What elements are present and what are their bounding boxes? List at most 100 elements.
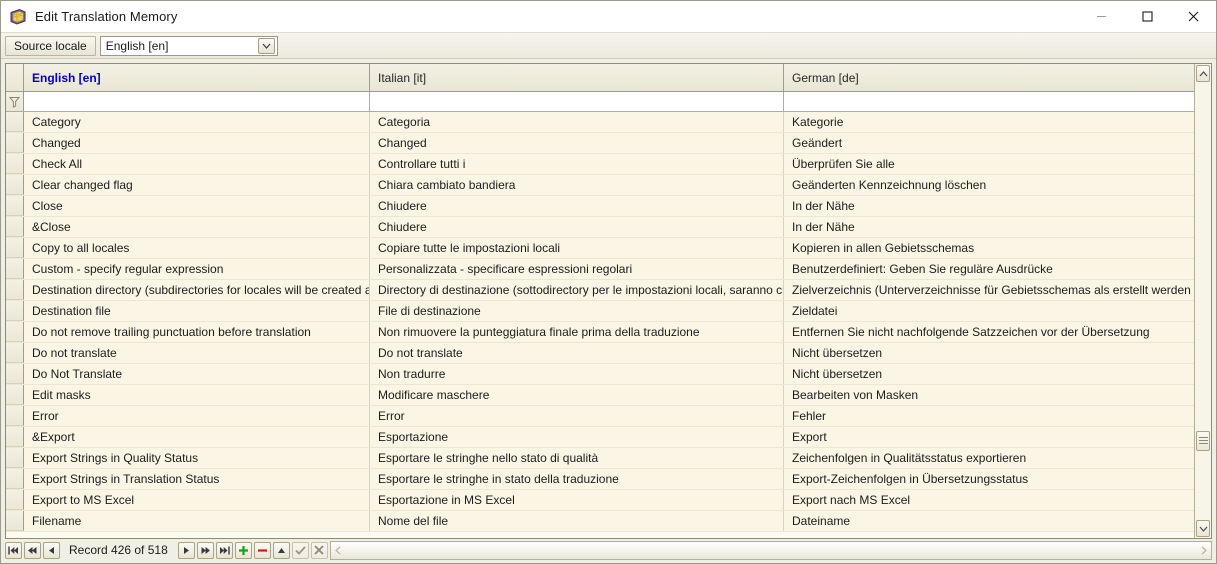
table-row[interactable]: Error Error Fehler [6, 406, 1194, 427]
table-row[interactable]: Custom - specify regular expression Perso… [6, 259, 1194, 280]
table-row[interactable]: Destination file File di destinazione Ziel… [6, 301, 1194, 322]
delete-record-button[interactable] [253, 541, 271, 559]
cell-german[interactable]: Nicht übersetzen [784, 364, 1194, 384]
cell-italian[interactable]: Chiudere [370, 217, 784, 237]
cell-italian[interactable]: Modificare maschere [370, 385, 784, 405]
row-indicator[interactable] [6, 469, 24, 489]
row-indicator[interactable] [6, 511, 24, 531]
cell-german[interactable]: Export [784, 427, 1194, 447]
cell-english[interactable]: Copy to all locales [24, 238, 370, 258]
table-row[interactable]: Destination directory (subdirectories fo… [6, 280, 1194, 301]
cell-german[interactable]: Benutzerdefiniert: Geben Sie reguläre Au… [784, 259, 1194, 279]
cell-german[interactable]: Kategorie [784, 112, 1194, 132]
row-indicator[interactable] [6, 490, 24, 510]
cell-german[interactable]: Zieldatei [784, 301, 1194, 321]
prior-page-button[interactable] [24, 541, 41, 559]
cell-german[interactable]: In der Nähe [784, 217, 1194, 237]
cell-italian[interactable]: Esportare le stringhe nello stato di qua… [370, 448, 784, 468]
cell-english[interactable]: Filename [24, 511, 370, 531]
cell-italian[interactable]: Directory di destinazione (sottodirector… [370, 280, 784, 300]
cell-english[interactable]: Custom - specify regular expression [24, 259, 370, 279]
cell-italian[interactable]: Categoria [370, 112, 784, 132]
vertical-scrollbar[interactable] [1194, 64, 1211, 538]
horizontal-scrollbar[interactable] [329, 540, 1212, 560]
cell-english[interactable]: Destination directory (subdirectories fo… [24, 280, 370, 300]
cell-italian[interactable]: Changed [370, 133, 784, 153]
cell-english[interactable]: Export Strings in Translation Status [24, 469, 370, 489]
cell-italian[interactable]: Non rimuovere la punteggiatura finale pr… [370, 322, 784, 342]
cell-english[interactable]: Check All [24, 154, 370, 174]
cell-german[interactable]: Geändert [784, 133, 1194, 153]
insert-record-button[interactable] [234, 541, 252, 559]
cell-german[interactable]: Überprüfen Sie alle [784, 154, 1194, 174]
cell-italian[interactable]: File di destinazione [370, 301, 784, 321]
close-button[interactable] [1170, 1, 1216, 33]
cell-english[interactable]: Export to MS Excel [24, 490, 370, 510]
table-row[interactable]: Do Not Translate Non tradurre Nicht überse… [6, 364, 1194, 385]
cell-english[interactable]: Do Not Translate [24, 364, 370, 384]
table-row[interactable]: Clear changed flag Chiara cambiato bandie… [6, 175, 1194, 196]
next-record-button[interactable] [177, 541, 195, 559]
filter-input-english[interactable] [24, 92, 370, 111]
filter-input-german[interactable] [784, 92, 1194, 111]
table-row[interactable]: Check All Controllare tutti i Überprüfen S… [6, 154, 1194, 175]
cell-italian[interactable]: Chiara cambiato bandiera [370, 175, 784, 195]
row-indicator[interactable] [6, 154, 24, 174]
cell-italian[interactable]: Non tradurre [370, 364, 784, 384]
row-indicator[interactable] [6, 217, 24, 237]
chevron-down-icon[interactable] [1196, 520, 1210, 537]
column-header-english[interactable]: English [en] [24, 64, 370, 91]
row-indicator[interactable] [6, 112, 24, 132]
row-indicator[interactable] [6, 448, 24, 468]
cell-german[interactable]: Dateiname [784, 511, 1194, 531]
chevron-right-icon[interactable] [1196, 542, 1211, 559]
row-indicator[interactable] [6, 427, 24, 447]
cell-italian[interactable]: Esportazione in MS Excel [370, 490, 784, 510]
row-indicator[interactable] [6, 322, 24, 342]
row-indicator[interactable] [6, 133, 24, 153]
table-row[interactable]: &Export Esportazione Export [6, 427, 1194, 448]
row-indicator[interactable] [6, 175, 24, 195]
cell-german[interactable]: Zeichenfolgen in Qualitätsstatus exporti… [784, 448, 1194, 468]
cell-german[interactable]: Entfernen Sie nicht nachfolgende Satzzei… [784, 322, 1194, 342]
cell-german[interactable]: Export-Zeichenfolgen in Übersetzungsstat… [784, 469, 1194, 489]
cell-italian[interactable]: Nome del file [370, 511, 784, 531]
cell-italian[interactable]: Chiudere [370, 196, 784, 216]
prior-record-button[interactable] [43, 541, 60, 559]
row-indicator[interactable] [6, 259, 24, 279]
maximize-button[interactable] [1124, 1, 1170, 33]
cell-italian[interactable]: Esportare le stringhe in stato della tra… [370, 469, 784, 489]
table-row[interactable]: Do not translate Do not translate Nicht üb… [6, 343, 1194, 364]
table-row[interactable]: Close Chiudere In der Nähe [6, 196, 1194, 217]
column-header-german[interactable]: German [de] [784, 64, 1194, 91]
table-row[interactable]: &Close Chiudere In der Nähe [6, 217, 1194, 238]
row-indicator[interactable] [6, 406, 24, 426]
filter-funnel-icon[interactable] [6, 92, 24, 111]
cell-italian[interactable]: Esportazione [370, 427, 784, 447]
row-indicator[interactable] [6, 301, 24, 321]
cell-english[interactable]: Destination file [24, 301, 370, 321]
edit-record-button[interactable] [272, 541, 290, 559]
cell-english[interactable]: Changed [24, 133, 370, 153]
cell-english[interactable]: Category [24, 112, 370, 132]
cell-english[interactable]: Export Strings in Quality Status [24, 448, 370, 468]
row-indicator[interactable] [6, 343, 24, 363]
table-row[interactable]: Filename Nome del file Dateiname [6, 511, 1194, 532]
cell-italian[interactable]: Error [370, 406, 784, 426]
filter-input-italian[interactable] [370, 92, 784, 111]
chevron-down-icon[interactable] [257, 37, 275, 54]
cell-english[interactable]: Do not translate [24, 343, 370, 363]
cell-italian[interactable]: Personalizzata - specificare espressioni… [370, 259, 784, 279]
column-header-italian[interactable]: Italian [it] [370, 64, 784, 91]
row-indicator[interactable] [6, 385, 24, 405]
row-indicator[interactable] [6, 280, 24, 300]
cell-italian[interactable]: Controllare tutti i [370, 154, 784, 174]
cell-english[interactable]: Clear changed flag [24, 175, 370, 195]
cell-english[interactable]: &Close [24, 217, 370, 237]
cell-german[interactable]: Bearbeiten von Masken [784, 385, 1194, 405]
vertical-scrollbar-thumb[interactable] [1196, 430, 1210, 451]
next-page-button[interactable] [196, 541, 214, 559]
minimize-button[interactable] [1078, 1, 1124, 33]
last-record-button[interactable] [215, 541, 233, 559]
cell-italian[interactable]: Do not translate [370, 343, 784, 363]
